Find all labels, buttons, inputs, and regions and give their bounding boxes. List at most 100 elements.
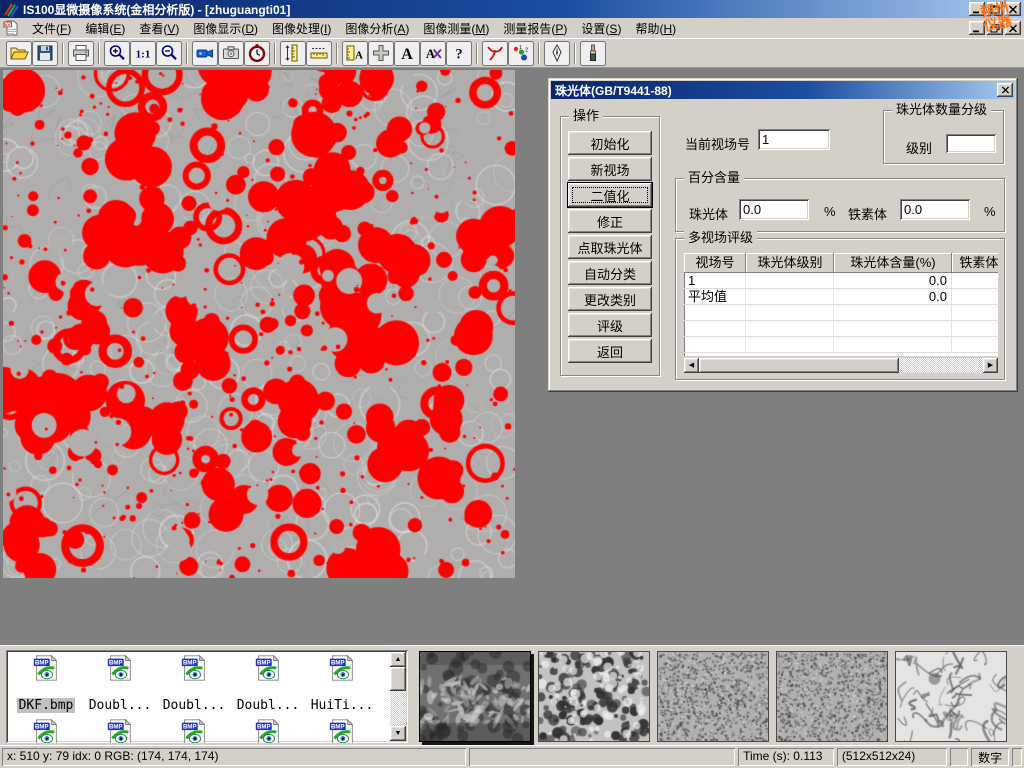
file-item-1[interactable]: BMP Doubl... — [83, 653, 157, 713]
print-icon[interactable] — [68, 41, 94, 66]
file-item-2[interactable]: BMP Doubl... — [157, 653, 231, 713]
thumbnail-0[interactable] — [419, 651, 531, 742]
micrograph-image[interactable] — [3, 70, 515, 578]
menu-item-3[interactable]: 图像显示(D) — [186, 20, 265, 38]
file-item-0[interactable]: BMP DKF.bmp — [9, 653, 83, 713]
table-row[interactable]: 平均值0.0 — [684, 289, 998, 305]
svg-text:A: A — [401, 46, 413, 63]
menu-item-6[interactable]: 图像测量(M) — [416, 20, 496, 38]
video-camera-icon[interactable] — [192, 41, 218, 66]
level-input[interactable] — [946, 134, 996, 153]
move-icon[interactable] — [368, 41, 394, 66]
thumbnail-3[interactable] — [776, 651, 888, 742]
op-button-8[interactable]: 返回 — [568, 339, 652, 363]
pen-icon[interactable] — [544, 41, 570, 66]
text-icon[interactable]: A — [394, 41, 420, 66]
svg-text:BMP: BMP — [183, 660, 197, 667]
child-close-button[interactable] — [1005, 21, 1021, 35]
file-item-partial[interactable]: BMP — [231, 717, 305, 743]
help-icon[interactable]: ? — [446, 41, 472, 66]
ruler-horizontal-icon[interactable] — [306, 41, 332, 66]
table-cell — [684, 337, 746, 353]
op-button-0[interactable]: 初始化 — [568, 131, 652, 155]
ruler-text-icon[interactable]: A — [342, 41, 368, 66]
menu-item-9[interactable]: 帮助(H) — [628, 20, 683, 38]
zoom-in-icon[interactable] — [104, 41, 130, 66]
table-column-header[interactable]: 珠光体含量(%) — [834, 253, 952, 273]
op-button-1[interactable]: 新视场 — [568, 157, 652, 181]
actual-size-icon[interactable]: 1:1 — [130, 41, 156, 66]
current-field-input[interactable] — [758, 129, 830, 150]
table-cell: 0.0 — [834, 289, 952, 305]
vscroll-track[interactable] — [390, 691, 406, 726]
table-cell: 0.0 — [834, 273, 952, 289]
table-column-header[interactable]: 铁素体含量(%) — [952, 253, 998, 273]
dialog-title-bar[interactable]: 珠光体(GB/T9441-88) — [551, 81, 1015, 99]
pearlite-percent-input[interactable] — [739, 199, 809, 220]
scroll-left-arrow[interactable]: ◀ — [684, 358, 699, 373]
thumbnail-4[interactable] — [895, 651, 1007, 742]
table-row[interactable]: 10.0 — [684, 273, 998, 289]
menu-item-4[interactable]: 图像处理(I) — [265, 20, 338, 38]
maximize-button[interactable] — [987, 2, 1003, 16]
menu-item-0[interactable]: 文件(F) — [25, 20, 78, 38]
file-item-partial[interactable]: BMP — [9, 717, 83, 743]
thumbnail-2[interactable] — [657, 651, 769, 742]
file-item-3[interactable]: BMP Doubl... — [231, 653, 305, 713]
table-cell — [952, 337, 998, 353]
table-row[interactable] — [684, 305, 998, 321]
vscroll-thumb[interactable] — [390, 667, 406, 691]
menu-item-2[interactable]: 查看(V) — [132, 20, 186, 38]
ruler-vertical-icon[interactable] — [280, 41, 306, 66]
scroll-up-arrow[interactable]: ▲ — [390, 652, 406, 667]
svg-text:A: A — [355, 50, 363, 62]
op-button-6[interactable]: 更改类别 — [568, 287, 652, 311]
file-list-scrollbar[interactable]: ▲ ▼ — [390, 652, 406, 741]
text-delete-icon[interactable]: A — [420, 41, 446, 66]
child-restore-button[interactable] — [987, 21, 1003, 35]
thumbnail-1[interactable] — [538, 651, 650, 742]
table-column-header[interactable]: 珠光体级别 — [746, 253, 834, 273]
child-minimize-button[interactable] — [969, 21, 985, 35]
menu-item-5[interactable]: 图像分析(A) — [338, 20, 416, 38]
minimize-button[interactable] — [969, 2, 985, 16]
file-list: BMP DKF.bmp BMP Doubl... BMP Doubl... BM… — [6, 650, 408, 743]
table-hscrollbar[interactable]: ◀ ▶ — [684, 358, 998, 373]
table-row[interactable] — [684, 337, 998, 353]
ferrite-percent-input[interactable] — [900, 199, 970, 220]
camera-icon[interactable] — [218, 41, 244, 66]
hscroll-track[interactable] — [899, 358, 983, 373]
op-button-5[interactable]: 自动分类 — [568, 261, 652, 285]
menu-item-7[interactable]: 测量报告(P) — [496, 20, 574, 38]
points-icon[interactable]: 12 — [508, 41, 534, 66]
percent-sign: % — [984, 204, 996, 219]
op-button-7[interactable]: 评级 — [568, 313, 652, 337]
document-icon[interactable]: DOC — [3, 20, 19, 36]
file-item-partial[interactable]: BMP — [305, 717, 379, 743]
scroll-down-arrow[interactable]: ▼ — [390, 726, 406, 741]
file-name: Doubl... — [235, 698, 302, 713]
file-item-4[interactable]: BMP HuiTi... — [305, 653, 379, 713]
op-button-2[interactable]: 二值化 — [568, 183, 652, 207]
brush-icon[interactable] — [580, 41, 606, 66]
bmp-file-icon: BMP — [305, 717, 379, 743]
file-item-partial[interactable]: BMP — [83, 717, 157, 743]
file-item-partial[interactable]: BMP — [157, 717, 231, 743]
scroll-right-arrow[interactable]: ▶ — [983, 358, 998, 373]
save-icon[interactable] — [32, 41, 58, 66]
open-icon[interactable] — [6, 41, 32, 66]
dialog-close-button[interactable] — [997, 83, 1013, 97]
close-button[interactable] — [1005, 2, 1021, 16]
menu-item-8[interactable]: 设置(S) — [574, 20, 628, 38]
table-row[interactable] — [684, 321, 998, 337]
timer-icon[interactable] — [244, 41, 270, 66]
hscroll-thumb[interactable] — [699, 358, 899, 373]
zoom-out-icon[interactable] — [156, 41, 182, 66]
table-column-header[interactable]: 视场号 — [684, 253, 746, 273]
menu-item-1[interactable]: 编辑(E) — [78, 20, 132, 38]
curve-icon[interactable] — [482, 41, 508, 66]
table-body: 10.0平均值0.0 — [684, 273, 998, 353]
op-button-3[interactable]: 修正 — [568, 209, 652, 233]
op-button-4[interactable]: 点取珠光体 — [568, 235, 652, 259]
toolbar-separator — [574, 43, 576, 64]
